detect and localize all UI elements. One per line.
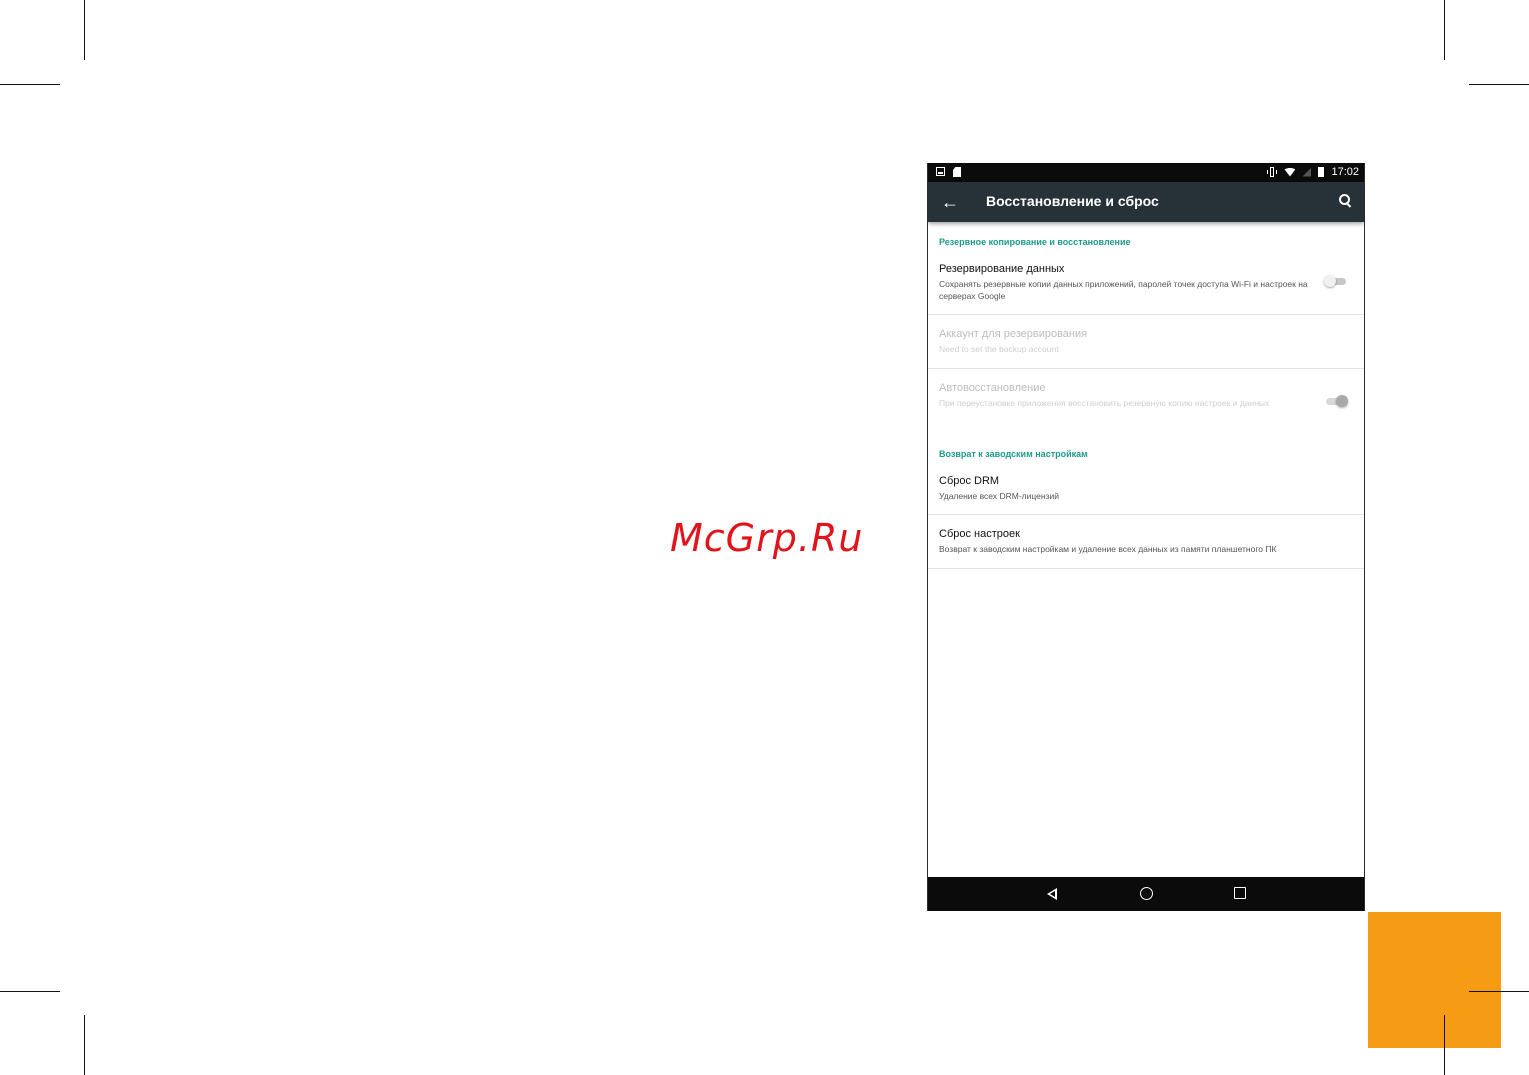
sd-card-icon: [953, 167, 961, 177]
vibrate-icon: [1267, 167, 1278, 177]
setting-title: Резервирование данных: [939, 263, 1065, 275]
divider: [928, 568, 1364, 569]
setting-backup-account: Аккаунт для резервирования Need to set t…: [928, 315, 1364, 368]
wifi-icon: [1284, 167, 1296, 177]
section-header-backup: Резервное копирование и восстановление: [939, 237, 1131, 247]
setting-title: Аккаунт для резервирования: [939, 328, 1088, 340]
crop-mark-top-right-h: [1469, 84, 1529, 85]
orange-page-tab: [1368, 912, 1501, 1048]
setting-title: Автовосстановление: [939, 382, 1046, 394]
battery-icon: [1318, 167, 1325, 177]
crop-mark-top-left-v: [84, 0, 85, 60]
app-bar: ← Восстановление и сброс: [928, 182, 1364, 222]
tablet-screenshot: 17:02 ← Восстановление и сброс Резервное…: [927, 163, 1365, 911]
crop-mark-bottom-left-h: [0, 991, 60, 992]
section-header-factory-reset: Возврат к заводским настройкам: [939, 449, 1088, 459]
auto-restore-toggle: [1324, 395, 1348, 407]
setting-auto-restore: Автовосстановление При переустановке при…: [928, 369, 1364, 429]
image-icon: [936, 167, 945, 176]
setting-summary: Need to set the backup account: [939, 344, 1059, 354]
crop-mark-bottom-left-v: [84, 1015, 85, 1075]
status-bar: 17:02: [928, 163, 1364, 182]
nav-back-icon[interactable]: [1046, 887, 1060, 901]
setting-summary: Удаление всех DRM-лицензий: [939, 491, 1059, 501]
setting-title: Сброс DRM: [939, 475, 1000, 487]
nav-recents-icon[interactable]: [1234, 887, 1246, 899]
setting-summary: Возврат к заводским настройкам и удалени…: [939, 544, 1277, 554]
navigation-bar: [928, 877, 1364, 911]
nav-home-icon[interactable]: [1140, 887, 1153, 900]
setting-summary: При переустановке приложения восстановит…: [939, 398, 1270, 408]
status-clock: 17:02: [1331, 166, 1359, 178]
back-arrow-icon[interactable]: ←: [941, 192, 959, 212]
signal-icon: [1302, 167, 1312, 177]
search-icon[interactable]: [1338, 193, 1354, 209]
page-title: Восстановление и сброс: [986, 193, 1159, 209]
setting-summary: Сохранять резервные копии данных приложе…: [939, 279, 1308, 301]
crop-mark-top-right-v: [1444, 0, 1445, 60]
setting-title: Сброс настроек: [939, 528, 1020, 540]
crop-mark-bottom-right-h: [1469, 991, 1529, 992]
setting-drm-reset[interactable]: Сброс DRM Удаление всех DRM-лицензий: [928, 470, 1364, 514]
watermark: McGrp.Ru: [670, 516, 864, 560]
backup-data-toggle[interactable]: [1324, 275, 1348, 287]
setting-factory-reset[interactable]: Сброс настроек Возврат к заводским настр…: [928, 515, 1364, 568]
crop-mark-bottom-right-v: [1444, 1015, 1445, 1075]
setting-backup-data[interactable]: Резервирование данных Сохранять резервны…: [928, 258, 1364, 314]
crop-mark-top-left-h: [0, 84, 60, 85]
